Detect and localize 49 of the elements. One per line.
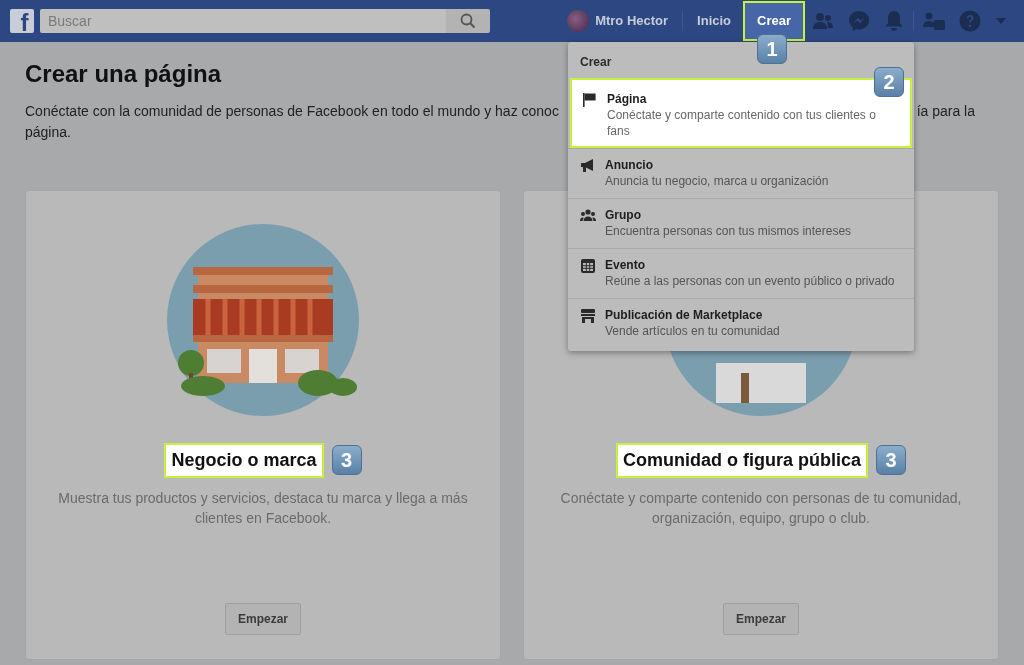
profile-link[interactable]: Mtro Hector bbox=[555, 0, 681, 42]
shop-icon bbox=[580, 308, 596, 324]
start-button[interactable]: Empezar bbox=[225, 602, 301, 635]
search-field[interactable]: Buscar bbox=[40, 9, 446, 33]
group-icon bbox=[580, 208, 596, 224]
menu-item-title: Publicación de Marketplace bbox=[605, 308, 764, 323]
help-icon[interactable] bbox=[959, 10, 981, 32]
description-text: ía para la bbox=[916, 101, 975, 121]
menu-item-title: Página bbox=[607, 92, 648, 107]
bell-icon[interactable] bbox=[884, 10, 904, 32]
menu-item-title: Anuncio bbox=[605, 158, 654, 173]
card-title: Comunidad o figura pública bbox=[616, 442, 868, 478]
nav-tab[interactable]: Crear bbox=[743, 1, 805, 41]
search-button[interactable] bbox=[446, 9, 490, 33]
menu-item-description: Vende artículos en tu comunidad bbox=[605, 323, 780, 339]
profile-name: Mtro Hector bbox=[595, 12, 669, 31]
step-number: 3 bbox=[331, 445, 362, 476]
search-icon bbox=[460, 13, 476, 29]
description-text: página. bbox=[25, 122, 71, 142]
messenger-icon[interactable] bbox=[848, 10, 870, 32]
menu-item-description: Anuncia tu negocio, marca u organización bbox=[605, 173, 829, 189]
people-icon[interactable] bbox=[923, 11, 945, 31]
menu-item-description: Conéctate y comparte contenido con tus clientes o fans bbox=[607, 107, 877, 139]
flag-icon bbox=[582, 92, 598, 108]
menu-item[interactable]: Anuncio Anuncia tu negocio, marca u organización bbox=[568, 148, 914, 198]
card-title: Negocio o marca bbox=[164, 442, 324, 478]
menu-item-description: Encuentra personas con tus mismos intereses bbox=[605, 223, 852, 239]
menu-item-description: Reúne a las personas con un evento público o privado bbox=[605, 273, 895, 289]
caret-icon[interactable] bbox=[995, 17, 1007, 25]
menu-item-title: Evento bbox=[605, 258, 646, 273]
menu-item[interactable]: Evento Reúne a las personas con un evento público o privado bbox=[568, 248, 914, 298]
megaphone-icon bbox=[580, 158, 596, 174]
avatar bbox=[567, 10, 590, 32]
step-number: 3 bbox=[876, 445, 906, 476]
step-number: 1 bbox=[757, 34, 788, 64]
description-text: Conéctate con la comunidad de personas de Facebook en todo el mundo y haz conoc bbox=[25, 101, 559, 121]
menu-heading: Crear bbox=[580, 54, 612, 71]
menu-item-title: Grupo bbox=[605, 208, 642, 223]
step-number: 2 bbox=[874, 67, 904, 97]
page-title: Crear una página bbox=[25, 60, 222, 89]
menu-item[interactable]: Publicación de Marketplace Vende artículos en tu comunidad bbox=[568, 298, 914, 348]
friends-icon[interactable] bbox=[812, 12, 834, 30]
nav-tab[interactable]: Inicio bbox=[685, 0, 744, 42]
calendar-icon bbox=[580, 258, 596, 274]
start-button[interactable]: Empezar bbox=[723, 602, 799, 635]
card-description: Muestra tus productos y servicios, destaca tu marca y llega a más clientes en Facebook. bbox=[57, 488, 469, 528]
card-description: Conéctate y comparte contenido con personas de tu comunidad, organización, equipo, grupo o club. bbox=[559, 488, 963, 528]
menu-item[interactable]: Grupo Encuentra personas con tus mismos intereses bbox=[568, 198, 914, 248]
logo[interactable]: f bbox=[10, 9, 34, 33]
